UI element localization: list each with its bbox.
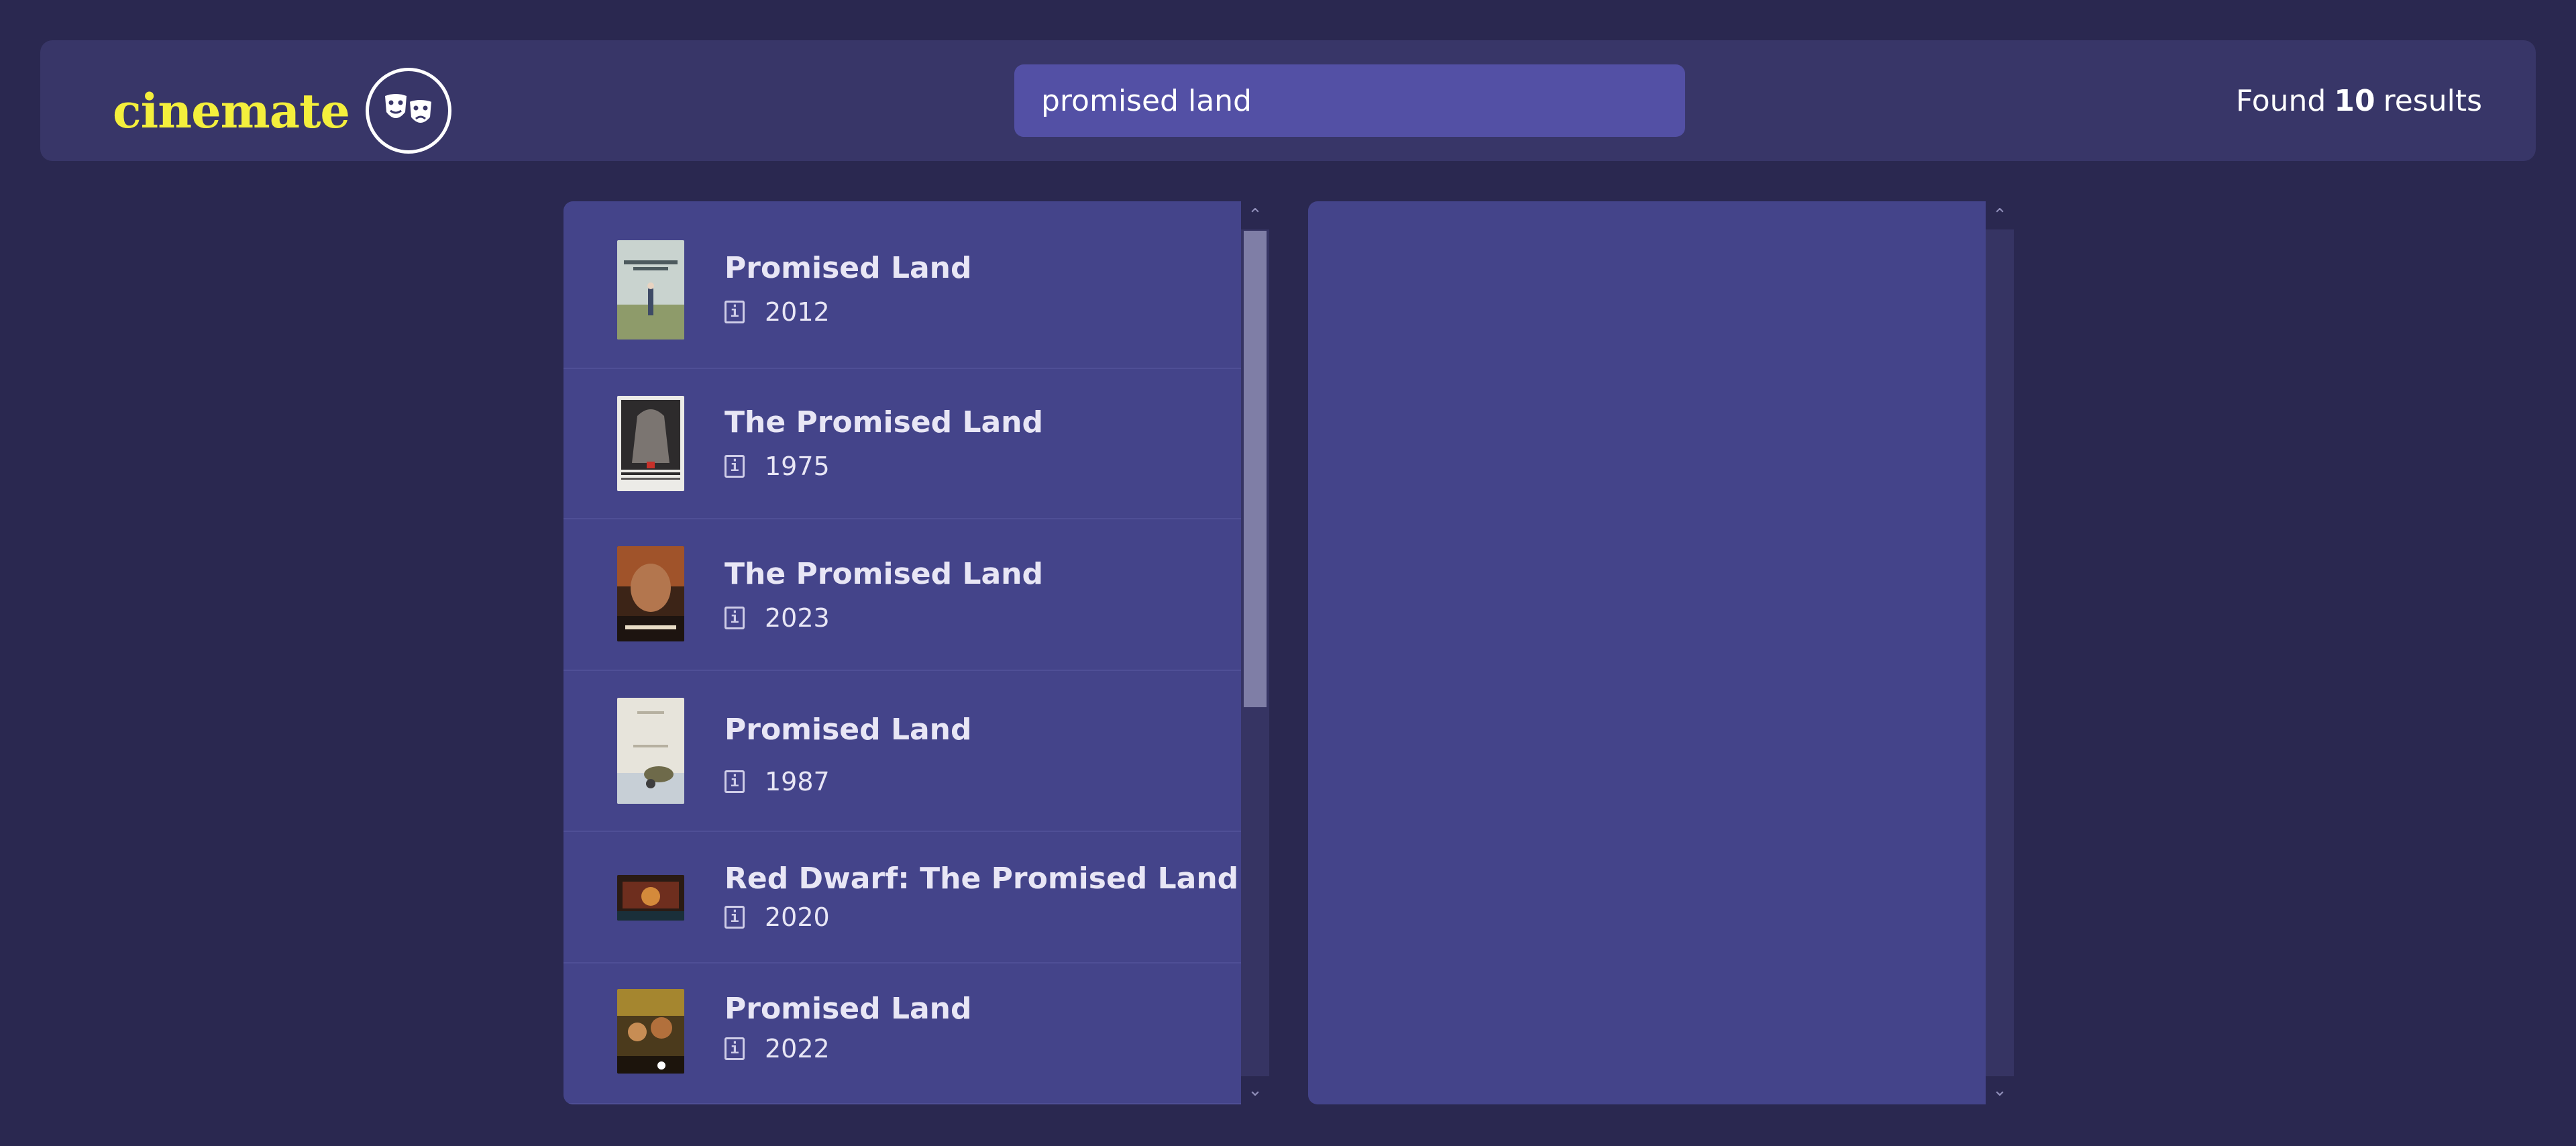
movie-poster (617, 989, 684, 1074)
movie-poster (617, 875, 684, 921)
info-icon[interactable]: i (724, 607, 745, 629)
list-item[interactable]: Promised Land i 2012 (564, 201, 1241, 369)
info-icon[interactable]: i (724, 770, 745, 793)
scroll-up-arrow-icon[interactable]: ⌃ (1986, 201, 2014, 229)
logo[interactable]: cinemate (113, 67, 451, 154)
results-list-panel: Promised Land i 2012 The Promised Land i… (564, 201, 1241, 1104)
item-year: 1975 (765, 452, 830, 481)
results-scrollbar[interactable]: ⌃ ⌄ (1241, 201, 1269, 1104)
search-input[interactable] (1014, 64, 1685, 137)
movie-poster (617, 546, 684, 641)
list-item[interactable]: Promised Land i 2022 (564, 963, 1241, 1104)
item-title: Promised Land (724, 992, 972, 1026)
list-item[interactable]: Promised Land i 1987 (564, 671, 1241, 832)
results-number: 10 (2334, 83, 2375, 118)
theater-masks-icon (365, 68, 451, 154)
item-title: Red Dwarf: The Promised Land (724, 862, 1239, 896)
results-count: Found 10 results (2236, 40, 2482, 161)
list-item[interactable]: Red Dwarf: The Promised Land i 2020 (564, 832, 1241, 963)
info-icon[interactable]: i (724, 906, 745, 929)
info-icon[interactable]: i (724, 455, 745, 478)
item-year: 2022 (765, 1034, 830, 1063)
info-icon[interactable]: i (724, 301, 745, 323)
item-title: The Promised Land (724, 405, 1043, 439)
result-list: Promised Land i 2012 The Promised Land i… (564, 201, 1241, 1104)
list-item[interactable]: The Promised Land i 1975 (564, 369, 1241, 519)
list-item[interactable]: The Promised Land i 2023 (564, 519, 1241, 671)
info-icon[interactable]: i (724, 1037, 745, 1060)
item-year: 1987 (765, 767, 830, 796)
movie-poster (617, 240, 684, 340)
item-title: The Promised Land (724, 557, 1043, 591)
movie-poster (617, 396, 684, 491)
details-scrollbar[interactable]: ⌃ ⌄ (1986, 201, 2014, 1104)
scroll-down-arrow-icon[interactable]: ⌄ (1241, 1076, 1269, 1104)
scroll-up-arrow-icon[interactable]: ⌃ (1241, 201, 1269, 229)
scroll-down-arrow-icon[interactable]: ⌄ (1986, 1076, 2014, 1104)
details-panel (1308, 201, 1986, 1104)
item-title: Promised Land (724, 713, 972, 747)
movie-poster (617, 698, 684, 804)
results-prefix: Found (2235, 83, 2326, 118)
item-year: 2020 (765, 902, 830, 932)
item-title: Promised Land (724, 251, 972, 285)
app-header: cinemate Found 10 results (40, 40, 2536, 161)
scroll-thumb[interactable] (1244, 231, 1267, 707)
item-year: 2012 (765, 297, 830, 327)
item-year: 2023 (765, 603, 830, 633)
logo-text: cinemate (113, 83, 350, 139)
results-suffix: results (2383, 83, 2482, 118)
